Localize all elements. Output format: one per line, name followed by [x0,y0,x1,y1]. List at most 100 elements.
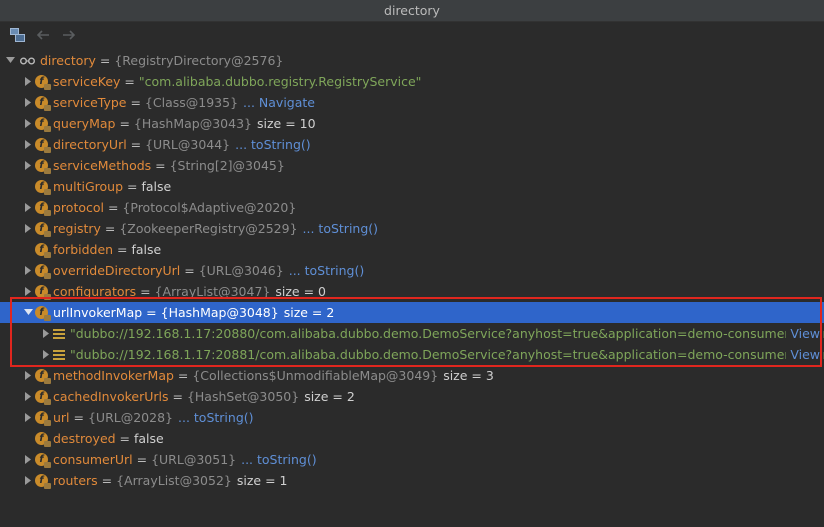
restore-layout-icon[interactable] [9,27,25,43]
node-name: methodInvokerMap [53,368,174,383]
node-value: {ArrayList@3052} [116,473,232,488]
node-name: directory [40,53,96,68]
expand-arrow-icon[interactable] [21,392,35,401]
tostring-link[interactable]: ... toString() [303,221,379,236]
tree-node-querymap[interactable]: f queryMap = {HashMap@3043} size = 10 [0,113,824,134]
node-size: size = 0 [275,284,326,299]
entry-value: "dubbo://192.168.1.17:20881/com.alibaba.… [70,347,824,362]
tree-node-urlinvokermap[interactable]: f urlInvokerMap = {HashMap@3048} size = … [0,302,824,323]
forward-arrow-icon[interactable] [61,27,77,43]
node-value: {HashSet@3050} [186,389,300,404]
tree-node-servicekey[interactable]: f serviceKey = "com.alibaba.dubbo.regist… [0,71,824,92]
field-icon: f [35,474,51,489]
node-value: {ArrayList@3047} [154,284,271,299]
tree-node-map-entry[interactable]: "dubbo://192.168.1.17:20880/com.alibaba.… [0,323,824,344]
node-name: destroyed [53,431,116,446]
map-entry-icon [53,349,65,360]
field-icon: f [35,432,51,447]
tree-node-destroyed[interactable]: f destroyed = false [0,428,824,449]
tree-node-cachedinvokerurls[interactable]: f cachedInvokerUrls = {HashSet@3050} siz… [0,386,824,407]
back-arrow-icon[interactable] [35,27,51,43]
node-name: consumerUrl [53,452,133,467]
expand-arrow-icon[interactable] [21,287,35,296]
tree-node-methodinvokermap[interactable]: f methodInvokerMap = {Collections$Unmodi… [0,365,824,386]
expand-arrow-icon[interactable] [21,98,35,107]
expand-arrow-icon[interactable] [21,455,35,464]
tree-node-directoryurl[interactable]: f directoryUrl = {URL@3044} ... toString… [0,134,824,155]
field-icon: f [35,411,51,426]
node-size: size = 2 [304,389,355,404]
field-icon: f [35,453,51,468]
field-icon: f [35,306,51,321]
tostring-link[interactable]: ... toString() [289,263,365,278]
node-value: {String[2]@3045} [169,158,285,173]
view-link[interactable]: View [786,326,820,341]
navigate-link[interactable]: ... Navigate [243,95,315,110]
node-size: size = 3 [443,368,494,383]
node-name: routers [53,473,98,488]
node-name: directoryUrl [53,137,127,152]
tree-node-directory[interactable]: directory = {RegistryDirectory@2576} [0,50,824,71]
tree-node-servicemethods[interactable]: f serviceMethods = {String[2]@3045} [0,155,824,176]
node-name: serviceType [53,95,127,110]
window-title: directory [384,3,440,18]
node-value: "com.alibaba.dubbo.registry.RegistryServ… [138,74,422,89]
watch-glasses-icon [20,57,35,65]
expand-arrow-icon[interactable] [3,57,17,64]
node-value: {URL@3051} [151,452,237,467]
tree-node-registry[interactable]: f registry = {ZookeeperRegistry@2529} ..… [0,218,824,239]
expand-arrow-icon[interactable] [39,350,53,359]
tree-node-multigroup[interactable]: f multiGroup = false [0,176,824,197]
map-entry-icon [53,328,65,339]
tree-node-url[interactable]: f url = {URL@2028} ... toString() [0,407,824,428]
expand-arrow-icon[interactable] [39,329,53,338]
expand-arrow-icon[interactable] [21,224,35,233]
node-value: {URL@3046} [198,263,284,278]
field-icon: f [35,390,51,405]
node-name: multiGroup [53,179,124,194]
node-name: urlInvokerMap [53,305,143,320]
node-size: size = 10 [256,116,316,131]
tree-node-map-entry[interactable]: "dubbo://192.168.1.17:20881/com.alibaba.… [0,344,824,365]
node-name: serviceKey [53,74,121,89]
node-value: false [134,431,164,446]
tree-node-consumerurl[interactable]: f consumerUrl = {URL@3051} ... toString(… [0,449,824,470]
expand-arrow-icon[interactable] [21,77,35,86]
field-icon: f [35,96,51,111]
node-name: url [53,410,70,425]
expand-arrow-icon[interactable] [21,203,35,212]
tostring-link[interactable]: ... toString() [178,410,254,425]
node-value: {Collections$UnmodifiableMap@3049} [192,368,439,383]
expand-arrow-icon[interactable] [21,476,35,485]
field-icon: f [35,222,51,237]
expand-arrow-icon[interactable] [21,266,35,275]
view-link[interactable]: View [786,347,820,362]
tree-node-protocol[interactable]: f protocol = {Protocol$Adaptive@2020} [0,197,824,218]
tree-node-configurators[interactable]: f configurators = {ArrayList@3047} size … [0,281,824,302]
tostring-link[interactable]: ... toString() [235,137,311,152]
collapse-arrow-icon[interactable] [21,309,35,316]
expand-arrow-icon[interactable] [21,140,35,149]
tree-node-forbidden[interactable]: f forbidden = false [0,239,824,260]
node-value: {URL@2028} [87,410,173,425]
node-name: forbidden [53,242,114,257]
field-icon: f [35,138,51,153]
field-icon: f [35,159,51,174]
tree-node-servicetype[interactable]: f serviceType = {Class@1935} ... Navigat… [0,92,824,113]
tostring-link[interactable]: ... toString() [241,452,317,467]
variables-tree: directory = {RegistryDirectory@2576} f s… [0,50,824,527]
expand-arrow-icon[interactable] [21,119,35,128]
node-value: {RegistryDirectory@2576} [114,53,284,68]
expand-arrow-icon[interactable] [21,371,35,380]
field-icon: f [35,201,51,216]
node-name: registry [53,221,101,236]
expand-arrow-icon[interactable] [21,161,35,170]
field-icon: f [35,264,51,279]
tree-node-overridedirectoryurl[interactable]: f overrideDirectoryUrl = {URL@3046} ... … [0,260,824,281]
tree-node-routers[interactable]: f routers = {ArrayList@3052} size = 1 [0,470,824,491]
node-value: {URL@3044} [145,137,231,152]
entry-value: "dubbo://192.168.1.17:20880/com.alibaba.… [70,326,824,341]
field-icon: f [35,117,51,132]
expand-arrow-icon[interactable] [21,413,35,422]
node-size: size = 2 [283,305,335,320]
